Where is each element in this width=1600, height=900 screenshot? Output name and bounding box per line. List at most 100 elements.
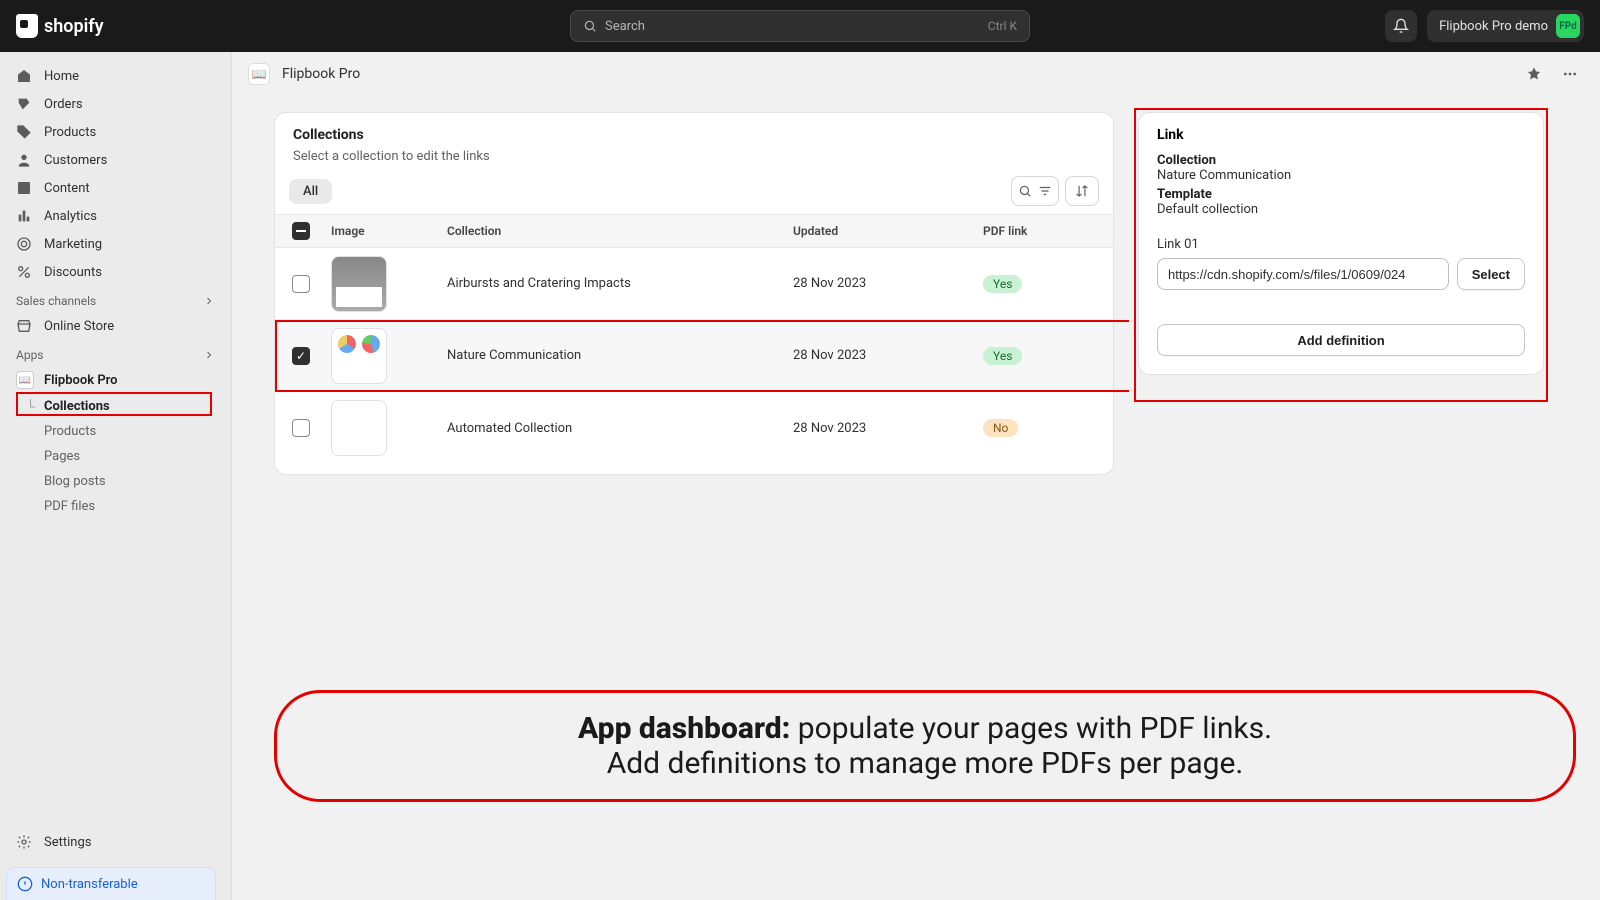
nav-label: Customers <box>44 153 107 168</box>
brand-logo[interactable]: shopify <box>16 14 104 38</box>
nav-label: Orders <box>44 97 83 112</box>
subnav-pages[interactable]: Pages <box>0 444 231 469</box>
bars-icon <box>16 208 32 224</box>
tab-all[interactable]: All <box>289 179 332 204</box>
sales-channels-header[interactable]: Sales channels <box>0 286 231 312</box>
nav-orders[interactable]: Orders <box>0 90 231 118</box>
nav-content[interactable]: Content <box>0 174 231 202</box>
nav-home[interactable]: Home <box>0 62 231 90</box>
callout-line1: populate your pages with PDF links. <box>790 711 1272 746</box>
nav-label: Discounts <box>44 265 102 280</box>
search-input[interactable]: Search Ctrl K <box>570 10 1030 42</box>
pdf-badge: Yes <box>983 347 1022 365</box>
nav-label: Home <box>44 69 79 84</box>
more-button[interactable] <box>1556 60 1584 88</box>
subnav-products[interactable]: Products <box>0 419 231 444</box>
col-collection: Collection <box>447 224 793 238</box>
subnav-pdf-files[interactable]: PDF files <box>0 494 231 519</box>
brand-text: shopify <box>44 16 104 37</box>
col-image: Image <box>327 224 447 238</box>
collection-thumbnail <box>331 328 387 384</box>
shopify-bag-icon <box>16 14 38 38</box>
app-icon: 📖 <box>16 371 34 389</box>
pdf-badge: Yes <box>983 275 1022 293</box>
store-icon <box>16 318 32 334</box>
person-icon <box>16 152 32 168</box>
tree-branch-icon: └ <box>26 399 35 415</box>
pin-button[interactable] <box>1520 60 1548 88</box>
home-icon <box>16 68 32 84</box>
row-name: Airbursts and Cratering Impacts <box>447 276 793 291</box>
nav-products[interactable]: Products <box>0 118 231 146</box>
page-header: 📖 Flipbook Pro <box>232 52 1600 96</box>
gear-icon <box>16 834 32 850</box>
banner-text: Non-transferable <box>41 877 138 892</box>
card-title: Collections <box>293 127 1095 143</box>
col-pdf: PDF link <box>983 224 1113 238</box>
tag-icon <box>16 124 32 140</box>
subnav-collections[interactable]: └Collections <box>0 394 231 419</box>
search-icon <box>583 19 597 33</box>
search-shortcut: Ctrl K <box>988 19 1017 33</box>
row-name: Nature Communication <box>447 348 793 363</box>
section-label: Sales channels <box>16 294 96 308</box>
info-icon <box>17 876 33 892</box>
non-transferable-banner[interactable]: Non-transferable <box>6 867 216 900</box>
nav-settings[interactable]: Settings <box>0 826 231 858</box>
nav-online-store[interactable]: Online Store <box>0 312 231 340</box>
target-icon <box>16 236 32 252</box>
select-all-checkbox[interactable] <box>292 222 310 240</box>
settings-label: Settings <box>44 835 91 850</box>
nav-customers[interactable]: Customers <box>0 146 231 174</box>
row-updated: 28 Nov 2023 <box>793 421 983 436</box>
sidebar: Home Orders Products Customers Content A… <box>0 52 232 900</box>
template-label: Template <box>1157 187 1525 202</box>
orders-icon <box>16 96 32 112</box>
link-panel: Link Collection Nature Communication Tem… <box>1138 112 1544 375</box>
add-definition-button[interactable]: Add definition <box>1157 324 1525 356</box>
panel-title: Link <box>1157 127 1525 143</box>
sort-button[interactable] <box>1065 176 1099 206</box>
bell-icon <box>1393 18 1409 34</box>
nav-label: Content <box>44 181 90 196</box>
nav-marketing[interactable]: Marketing <box>0 230 231 258</box>
store-switcher[interactable]: Flipbook Pro demo FPd <box>1427 10 1584 42</box>
template-value: Default collection <box>1157 202 1525 217</box>
app-icon: 📖 <box>248 63 270 85</box>
main-area: 📖 Flipbook Pro Collections Select a coll… <box>232 52 1600 900</box>
collection-thumbnail <box>331 400 387 456</box>
select-button[interactable]: Select <box>1457 258 1525 290</box>
col-updated: Updated <box>793 224 983 238</box>
table-row[interactable]: ✓ Nature Communication 28 Nov 2023 Yes <box>275 320 1113 392</box>
sidebar-app-flipbook[interactable]: 📖 Flipbook Pro <box>0 366 231 394</box>
chevron-right-icon <box>203 295 215 307</box>
callout-bold: App dashboard: <box>578 711 790 746</box>
search-filter-button[interactable] <box>1011 176 1059 206</box>
pdf-badge: No <box>983 419 1018 437</box>
nav-label: Marketing <box>44 237 102 252</box>
nav-analytics[interactable]: Analytics <box>0 202 231 230</box>
row-checkbox[interactable]: ✓ <box>292 347 310 365</box>
table-row[interactable]: Airbursts and Cratering Impacts 28 Nov 2… <box>275 248 1113 320</box>
store-name: Flipbook Pro demo <box>1439 19 1548 34</box>
nav-label: Products <box>44 125 96 140</box>
card-subtitle: Select a collection to edit the links <box>293 149 1095 164</box>
link-url-input[interactable] <box>1157 258 1449 290</box>
search-placeholder: Search <box>605 19 645 34</box>
row-name: Automated Collection <box>447 421 793 436</box>
subnav-blog-posts[interactable]: Blog posts <box>0 469 231 494</box>
nav-discounts[interactable]: Discounts <box>0 258 231 286</box>
page-title: Flipbook Pro <box>282 66 360 82</box>
app-name: Flipbook Pro <box>44 373 118 388</box>
row-checkbox[interactable] <box>292 275 310 293</box>
row-updated: 28 Nov 2023 <box>793 276 983 291</box>
row-checkbox[interactable] <box>292 419 310 437</box>
section-label: Apps <box>16 348 44 362</box>
table-header: Image Collection Updated PDF link <box>275 214 1113 248</box>
apps-header[interactable]: Apps <box>0 340 231 366</box>
nav-label: Analytics <box>44 209 97 224</box>
notifications-button[interactable] <box>1385 10 1417 42</box>
topbar: shopify Search Ctrl K Flipbook Pro demo … <box>0 0 1600 52</box>
table-row[interactable]: Automated Collection 28 Nov 2023 No <box>275 392 1113 464</box>
nav-label: Online Store <box>44 319 114 334</box>
